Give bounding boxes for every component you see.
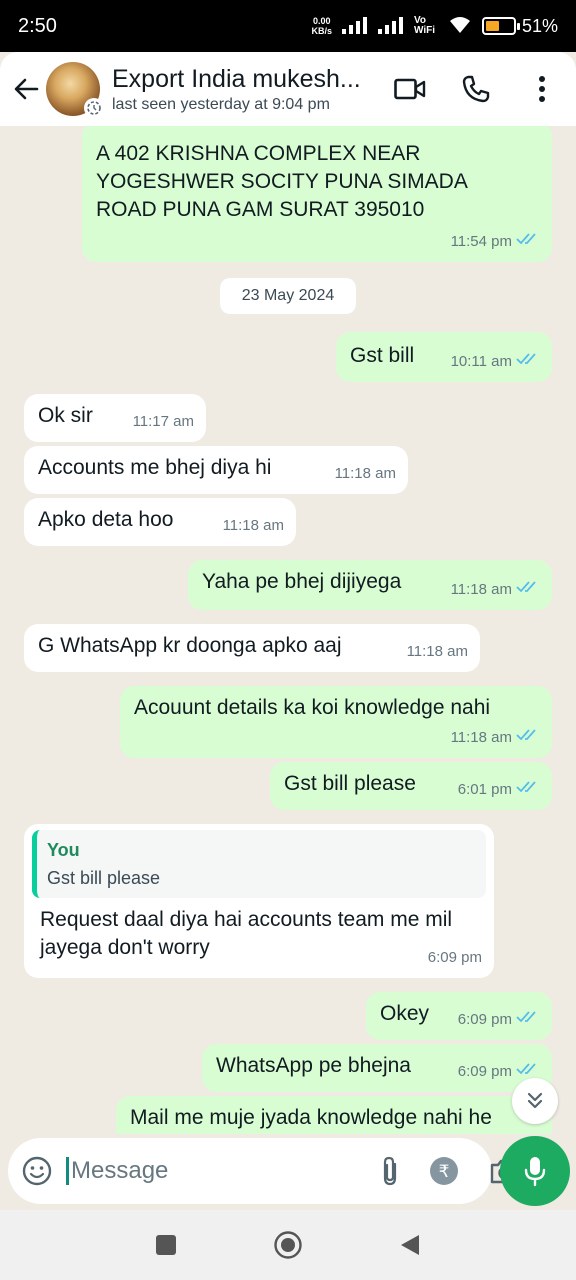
message-incoming[interactable]: Apko deta hoo 11:18 am bbox=[24, 498, 296, 546]
message-input-bar: ₹ bbox=[8, 1138, 520, 1204]
message-outgoing[interactable]: Gst bill please 6:01 pm bbox=[270, 762, 552, 810]
message-meta: 11:17 am bbox=[132, 413, 194, 430]
status-ring-icon bbox=[84, 98, 104, 118]
message-meta: 11:18 am bbox=[451, 724, 540, 752]
message-incoming[interactable]: Accounts me bhej diya hi 11:18 am bbox=[24, 446, 408, 494]
message-input[interactable] bbox=[66, 1157, 381, 1185]
message-meta: 11:18 am bbox=[406, 643, 468, 660]
system-nav-bar bbox=[0, 1210, 576, 1280]
battery-percent: 51% bbox=[521, 15, 558, 36]
status-time: 2:50 bbox=[18, 14, 57, 37]
network-speed: 0.00 KB/s bbox=[311, 16, 332, 36]
read-receipt-icon bbox=[516, 1006, 540, 1034]
header-actions bbox=[394, 73, 558, 105]
chat-header: Export India mukesh... last seen yesterd… bbox=[0, 52, 576, 126]
message-outgoing[interactable]: Acouunt details ka koi knowledge nahi 11… bbox=[120, 686, 552, 758]
mic-button[interactable] bbox=[500, 1136, 570, 1206]
more-options-icon[interactable] bbox=[526, 73, 558, 105]
status-bar: 2:50 0.00 KB/s Vo WiFi 51% bbox=[0, 0, 576, 52]
emoji-icon[interactable] bbox=[22, 1156, 52, 1186]
message-incoming[interactable]: G WhatsApp kr doonga apko aaj 11:18 am bbox=[24, 624, 480, 672]
quote-author: You bbox=[47, 840, 80, 860]
microphone-icon bbox=[524, 1157, 546, 1187]
video-call-icon[interactable] bbox=[394, 73, 426, 105]
message-outgoing[interactable]: Gst bill 10:11 am bbox=[336, 332, 552, 382]
signal-icon-2 bbox=[377, 16, 404, 37]
rupee-payment-icon[interactable]: ₹ bbox=[429, 1156, 459, 1186]
wifi-icon bbox=[448, 15, 472, 38]
home-icon[interactable] bbox=[273, 1230, 303, 1260]
message-meta: 6:09 pm bbox=[427, 949, 482, 966]
message-text: Request daal diya hai accounts team me m… bbox=[40, 908, 453, 959]
read-receipt-icon bbox=[516, 724, 540, 752]
message-text: A 402 KRISHNA COMPLEX NEAR YOGESHWER SOC… bbox=[96, 142, 467, 221]
message-meta: 11:18 am bbox=[222, 517, 284, 534]
svg-text:₹: ₹ bbox=[439, 1162, 450, 1182]
avatar[interactable] bbox=[46, 62, 104, 118]
voice-call-icon[interactable] bbox=[460, 73, 492, 105]
contact-name: Export India mukesh... bbox=[112, 64, 361, 93]
battery-icon bbox=[481, 17, 520, 35]
quoted-message[interactable]: You Gst bill please bbox=[32, 830, 486, 898]
back-arrow-icon[interactable] bbox=[10, 73, 42, 105]
date-chip: 23 May 2024 bbox=[220, 278, 356, 314]
message-outgoing[interactable]: WhatsApp pe bhejna 6:09 pm bbox=[202, 1044, 552, 1092]
scroll-to-bottom-button[interactable] bbox=[512, 1078, 558, 1124]
message-text: Mail me muje jyada knowledge nahi he bbox=[130, 1106, 492, 1129]
message-meta: 11:54 pm bbox=[451, 228, 540, 256]
read-receipt-icon bbox=[516, 776, 540, 804]
recent-apps-icon[interactable] bbox=[155, 1234, 177, 1256]
read-receipt-icon bbox=[516, 348, 540, 376]
message-meta: 6:09 pm bbox=[458, 1006, 540, 1034]
last-seen: last seen yesterday at 9:04 pm bbox=[112, 95, 330, 113]
message-meta: 10:11 am bbox=[451, 348, 540, 376]
attach-icon[interactable] bbox=[381, 1155, 399, 1187]
message-incoming[interactable]: Ok sir 11:17 am bbox=[24, 394, 206, 442]
message-outgoing[interactable]: A 402 KRISHNA COMPLEX NEAR YOGESHWER SOC… bbox=[82, 126, 552, 262]
status-icons: 0.00 KB/s Vo WiFi 51% bbox=[311, 15, 558, 38]
message-meta: 6:01 pm bbox=[458, 776, 540, 804]
back-icon[interactable] bbox=[399, 1233, 421, 1257]
chat-area[interactable]: A 402 KRISHNA COMPLEX NEAR YOGESHWER SOC… bbox=[0, 126, 576, 1134]
message-outgoing[interactable]: Okey 6:09 pm bbox=[366, 992, 552, 1040]
message-incoming-reply[interactable]: You Gst bill please Request daal diya ha… bbox=[24, 824, 494, 978]
message-outgoing[interactable]: Mail me muje jyada knowledge nahi he bbox=[116, 1096, 552, 1134]
quote-text: Gst bill please bbox=[47, 868, 161, 888]
double-chevron-down-icon bbox=[527, 1092, 543, 1109]
read-receipt-icon bbox=[516, 576, 540, 604]
battery: 51% bbox=[481, 15, 558, 37]
vowifi-label: Vo WiFi bbox=[413, 15, 435, 36]
message-outgoing[interactable]: Yaha pe bhej dijiyega 11:18 am bbox=[188, 560, 552, 610]
contact-info[interactable]: Export India mukesh... last seen yesterd… bbox=[112, 65, 374, 114]
message-meta: 11:18 am bbox=[334, 465, 396, 482]
read-receipt-icon bbox=[516, 228, 540, 256]
signal-icon bbox=[341, 16, 368, 37]
message-text: Acouunt details ka koi knowledge nahi bbox=[134, 696, 491, 719]
message-meta: 11:18 am bbox=[451, 576, 540, 604]
message-text: G WhatsApp kr doonga apko aaj bbox=[38, 634, 342, 657]
